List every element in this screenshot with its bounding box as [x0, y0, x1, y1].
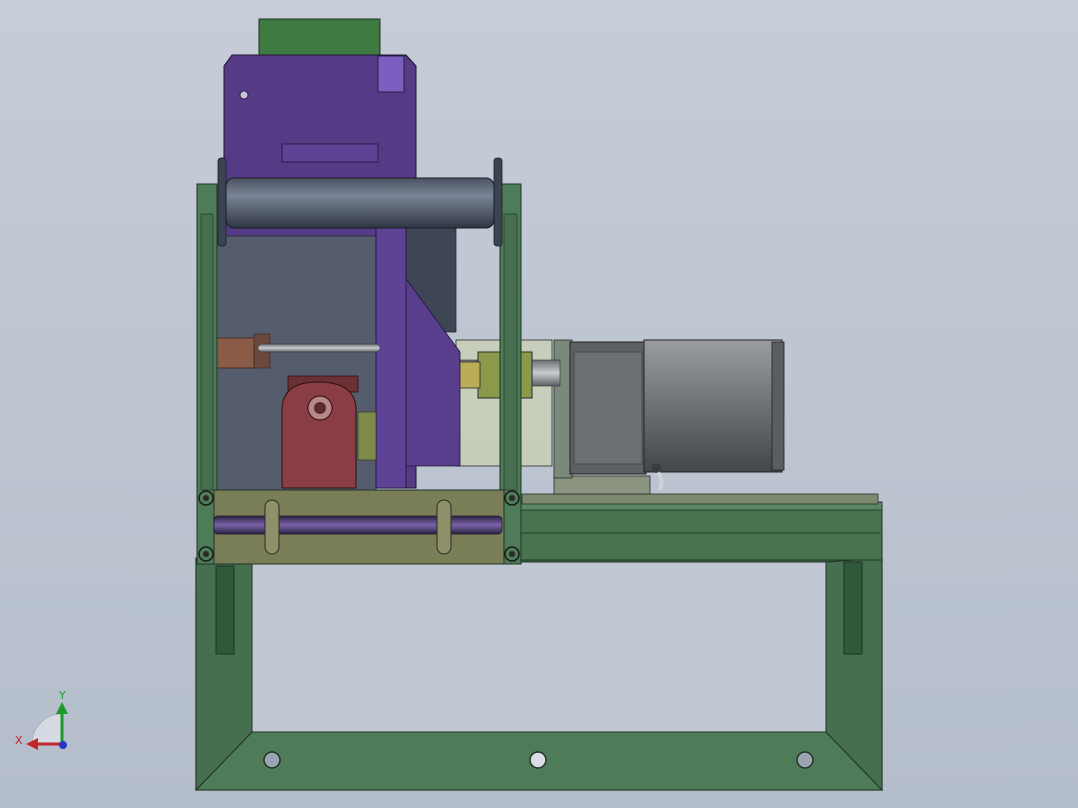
horizontal-rail[interactable] — [517, 493, 883, 561]
base-bolt-hole-right — [796, 751, 814, 769]
base-frame[interactable] — [194, 557, 884, 792]
adjust-slot-right — [436, 499, 452, 555]
screw-icon — [198, 546, 214, 562]
screw-icon — [504, 546, 520, 562]
adjust-slot-left — [264, 499, 280, 555]
cad-viewport[interactable]: Y X — [0, 0, 1078, 808]
screw-icon — [504, 490, 520, 506]
axis-triad: Y X — [15, 689, 68, 750]
clamp-plate[interactable] — [198, 489, 520, 565]
top-cap[interactable] — [258, 18, 381, 58]
base-bolt-hole-center — [529, 751, 547, 769]
screw-icon — [198, 490, 214, 506]
base-bolt-hole-left — [263, 751, 281, 769]
axis-x-label: X — [15, 734, 23, 747]
axis-y-label: Y — [58, 689, 66, 702]
stepper-motor[interactable] — [569, 339, 785, 491]
z-axis-icon — [59, 741, 67, 749]
